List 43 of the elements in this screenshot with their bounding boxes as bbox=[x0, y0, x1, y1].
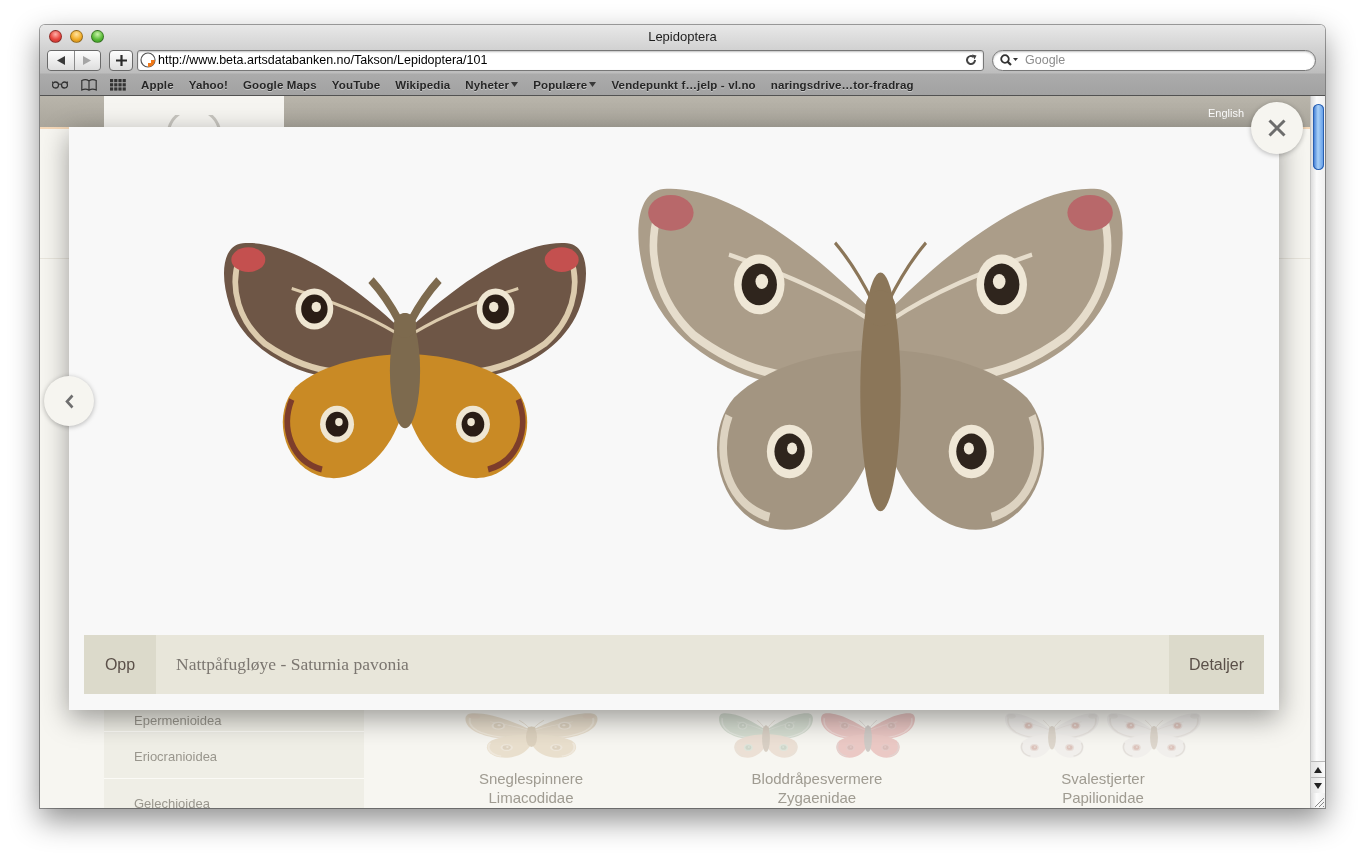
plus-icon bbox=[115, 54, 127, 66]
window-title: Lepidoptera bbox=[648, 28, 717, 44]
page-loading-icon bbox=[140, 52, 156, 68]
bookmark-item[interactable]: Wikipedia bbox=[395, 78, 451, 91]
bookmark-item[interactable]: YouTube bbox=[331, 78, 381, 91]
details-button[interactable]: Detaljer bbox=[1169, 635, 1264, 694]
scroll-thumb[interactable] bbox=[1312, 104, 1324, 170]
family-name: Papilionidae bbox=[1062, 788, 1144, 807]
window-zoom-button[interactable] bbox=[91, 29, 104, 43]
grid-icon[interactable] bbox=[110, 78, 126, 91]
search-field[interactable]: Google bbox=[992, 49, 1316, 71]
arc-icon bbox=[167, 115, 221, 127]
caption-text: Nattpåfugløye - Saturnia pavonia bbox=[175, 654, 410, 675]
scroll-up-button[interactable] bbox=[1311, 761, 1325, 777]
taxon-name: Sneglespinnere bbox=[478, 769, 584, 788]
family-name: Limacodidae bbox=[488, 788, 574, 807]
bookmark-item[interactable]: Google Maps bbox=[242, 78, 317, 91]
bookmark-item[interactable]: Nyheter bbox=[465, 78, 519, 91]
window-close-button[interactable] bbox=[49, 29, 62, 43]
glasses-icon[interactable] bbox=[52, 80, 68, 89]
url-field[interactable]: http://www.beta.artsdatabanken.no/Takson/Lepidoptera/101 bbox=[137, 49, 984, 71]
scroll-down-button[interactable] bbox=[1311, 777, 1325, 793]
bookmark-item[interactable]: Populære bbox=[533, 78, 597, 91]
taxon-name: Svalestjerter bbox=[1061, 769, 1145, 788]
bookmark-item[interactable]: Yahoo! bbox=[188, 78, 228, 91]
taxon-name: Bloddråpesvermere bbox=[751, 769, 883, 788]
resize-grip-icon[interactable] bbox=[1314, 797, 1325, 808]
up-button[interactable]: Opp bbox=[84, 635, 156, 694]
up-triangle-icon bbox=[1314, 766, 1322, 773]
reload-icon[interactable] bbox=[965, 54, 977, 66]
window-minimize-button[interactable] bbox=[70, 29, 83, 43]
book-icon[interactable] bbox=[81, 78, 97, 91]
search-icon bbox=[1000, 54, 1019, 66]
add-bookmark-button[interactable] bbox=[109, 49, 133, 71]
close-icon bbox=[1268, 119, 1286, 137]
down-triangle-icon bbox=[1314, 782, 1322, 789]
bookmark-item[interactable]: Vendepunkt f…jelp - vl.no bbox=[611, 78, 756, 91]
scrollbar[interactable] bbox=[1310, 96, 1325, 808]
chevron-left-icon bbox=[64, 393, 74, 409]
bookmark-item[interactable]: naringsdrive…tor-fradrag bbox=[770, 78, 914, 91]
bookmark-item[interactable]: Apple bbox=[141, 78, 174, 91]
family-name: Zygaenidae bbox=[777, 788, 857, 807]
back-button[interactable] bbox=[48, 50, 74, 70]
